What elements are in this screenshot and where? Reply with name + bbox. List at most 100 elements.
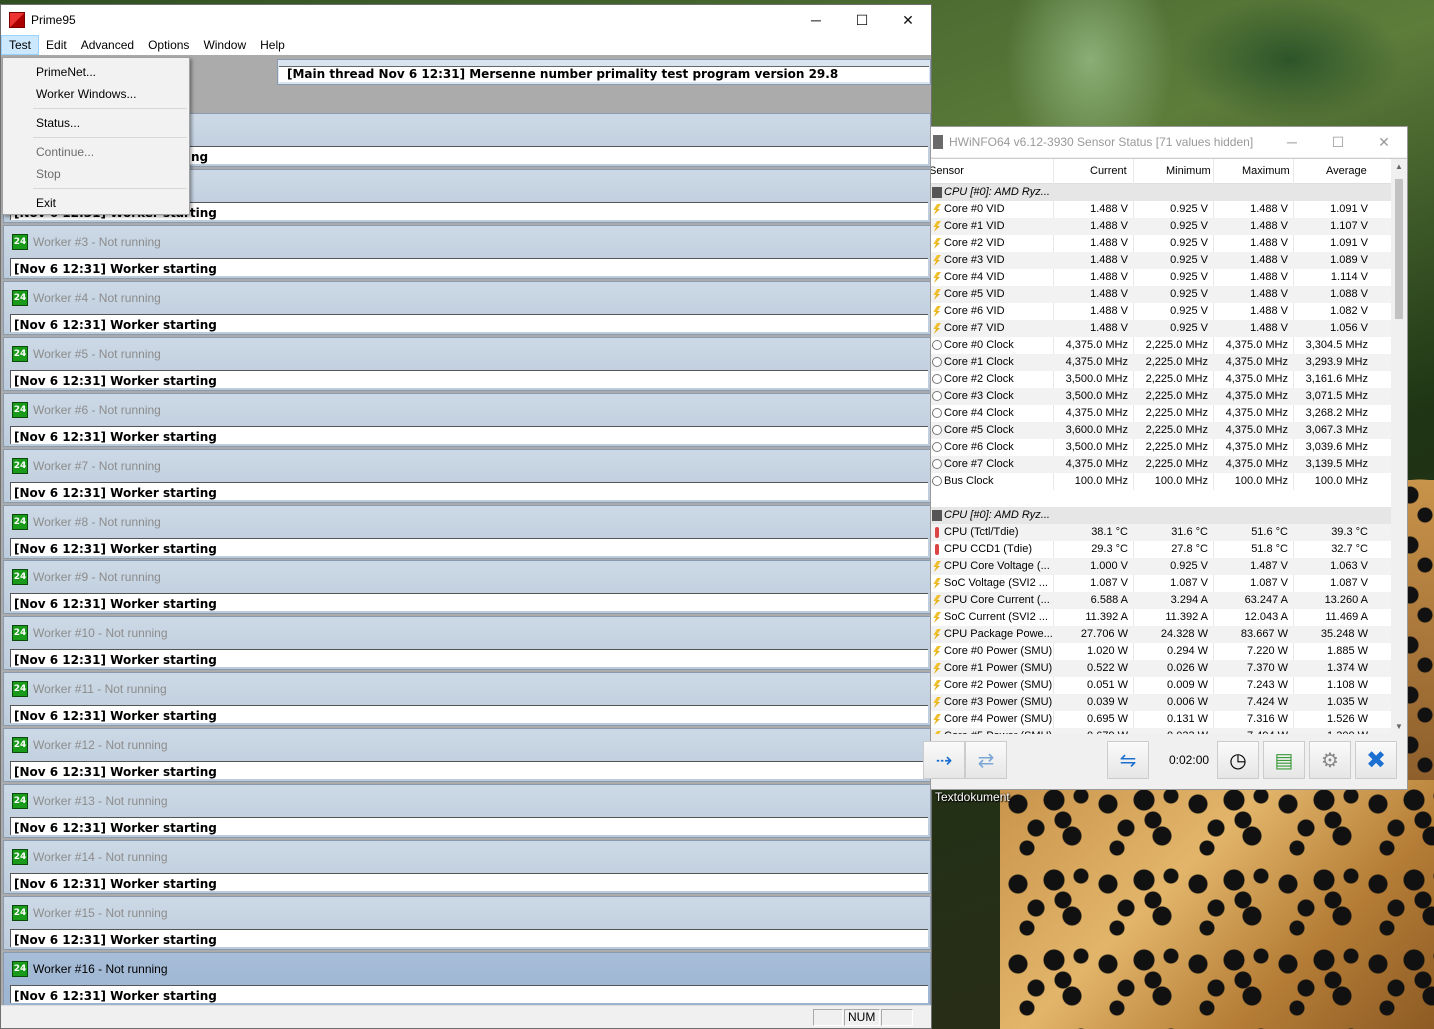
menu-help[interactable]: Help (253, 35, 292, 55)
sensor-maximum: 4,375.0 MHz (1225, 356, 1288, 368)
worker-window[interactable]: 24 Worker #16 - Not running [Nov 6 12:31] … (3, 951, 931, 1005)
worker-window[interactable]: 24 Worker #6 - Not running [Nov 6 12:31] W… (3, 392, 931, 447)
worker-window[interactable]: 24 Worker #13 - Not running [Nov 6 12:31] … (3, 784, 931, 838)
column-minimum[interactable]: Minimum (1166, 165, 1211, 177)
worker-window[interactable]: 24 Worker #14 - Not running [Nov 6 12:31] … (3, 839, 931, 894)
scroll-down-arrow-icon[interactable]: ▼ (1391, 719, 1407, 734)
column-average[interactable]: Average (1326, 165, 1367, 177)
worker-window[interactable]: 24 Worker #5 - Not running [Nov 6 12:31] W… (3, 336, 931, 391)
sensor-row[interactable]: Core #4 Clock 4,375.0 MHz 2,225.0 MHz 4,375… (931, 405, 1391, 422)
sensor-row[interactable]: Core #6 Clock 3,500.0 MHz 2,225.0 MHz 4,375… (931, 439, 1391, 456)
menu-item-continue[interactable]: Continue... (36, 145, 94, 159)
sensor-row[interactable]: SoC Current (SVI2 ... 11.392 A 11.392 A 12.… (931, 609, 1391, 626)
sensor-row[interactable]: Core #0 Power (SMU) 1.020 W 0.294 W 7.220 W… (931, 643, 1391, 660)
sensor-rows: CPU [#0]: AMD Ryz... Core #0 VID 1.488 V 0.… (931, 184, 1391, 734)
worker-window[interactable]: 24 Worker #10 - Not running [Nov 6 12:31] … (3, 616, 931, 671)
sensor-row[interactable]: Core #2 Power (SMU) 0.051 W 0.009 W 7.243 W… (931, 677, 1391, 694)
sensor-row[interactable]: Core #2 Clock 3,500.0 MHz 2,225.0 MHz 4,375… (931, 371, 1391, 388)
worker-window[interactable]: 24 Worker #9 - Not running [Nov 6 12:31] W… (3, 560, 931, 615)
sensor-current: 4,375.0 MHz (1065, 339, 1128, 351)
worker-window[interactable]: 24 Worker #11 - Not running [Nov 6 12:31] … (3, 672, 931, 727)
hwinfo-titlebar[interactable]: HWiNFO64 v6.12-3930 Sensor Status [71 va… (931, 127, 1407, 157)
menu-item-exit[interactable]: Exit (36, 196, 56, 210)
sensor-row[interactable]: SoC Voltage (SVI2 ... 1.087 V 1.087 V 1.087… (931, 575, 1391, 592)
sensor-row[interactable]: Core #0 VID 1.488 V 0.925 V 1.488 V 1.091 V (931, 201, 1391, 218)
sensor-minimum: 0.925 V (1170, 271, 1208, 283)
log-file-button[interactable]: ▤ (1263, 741, 1305, 779)
sensor-row[interactable]: Core #7 Clock 4,375.0 MHz 2,225.0 MHz 4,375… (931, 456, 1391, 473)
scroll-thumb[interactable] (1395, 179, 1403, 319)
sensor-row[interactable]: Core #5 Power (SMU)0.679 W 0.033 W 7.494 W… (931, 728, 1391, 734)
sensor-row[interactable]: Core #3 Power (SMU) 0.039 W 0.006 W 7.424 W… (931, 694, 1391, 711)
sensor-row[interactable]: Core #3 Clock 3,500.0 MHz 2,225.0 MHz 4,375… (931, 388, 1391, 405)
clock-reset-button[interactable]: ◷ (1217, 741, 1259, 779)
sensor-row[interactable]: Core #7 VID 1.488 V 0.925 V 1.488 V 1.056 V (931, 320, 1391, 337)
close-sensors-button[interactable]: ✖ (1355, 741, 1397, 779)
sensor-row[interactable]: CPU CCD1 (Tdie) 29.3 °C 27.8 °C 51.8 °C 32.7… (931, 541, 1391, 558)
worker-title: Worker #3 - Not running (33, 235, 161, 249)
clock-icon (932, 476, 942, 486)
sensor-grid[interactable]: Sensor Current Minimum Maximum Average C… (931, 158, 1407, 734)
menu-item-stop[interactable]: Stop (36, 167, 61, 181)
sensor-row[interactable]: Core #1 Power (SMU) 0.522 W 0.026 W 7.370 W… (931, 660, 1391, 677)
sensor-row[interactable]: CPU Package Powe... 27.706 W 24.328 W 83.66… (931, 626, 1391, 643)
sensor-row[interactable] (931, 490, 1391, 507)
sensor-average: 3,139.5 MHz (1305, 458, 1368, 470)
sensor-minimum: 2,225.0 MHz (1145, 424, 1208, 436)
sensor-row[interactable]: Core #6 VID 1.488 V 0.925 V 1.488 V 1.082 V (931, 303, 1391, 320)
navigate-left-button[interactable]: ⇄ (965, 741, 1007, 779)
column-current[interactable]: Current (1090, 165, 1127, 177)
menu-advanced[interactable]: Advanced (74, 35, 141, 55)
elapsed-timer: 0:02:00 (1169, 753, 1210, 767)
power-icon (933, 663, 941, 674)
sensor-row[interactable]: Bus Clock 100.0 MHz 100.0 MHz 100.0 MHz 100.… (931, 473, 1391, 490)
voltage-icon (933, 306, 941, 317)
desktop-icon-label[interactable]: Textdokument (935, 790, 1010, 804)
hwinfo-maximize-button[interactable]: ☐ (1315, 127, 1361, 157)
vertical-scrollbar[interactable]: ▲ ▼ (1391, 159, 1407, 734)
column-sensor[interactable]: Sensor (931, 165, 964, 177)
sensor-row[interactable]: CPU Core Voltage (... 1.000 V 0.925 V 1.487… (931, 558, 1391, 575)
settings-button[interactable]: ⚙ (1309, 741, 1351, 779)
worker-window[interactable]: 24 Worker #12 - Not running [Nov 6 12:31] … (3, 728, 931, 783)
menu-options[interactable]: Options (141, 35, 196, 55)
scroll-up-arrow-icon[interactable]: ▲ (1391, 159, 1407, 175)
sensor-row[interactable]: CPU Core Current (... 6.588 A 3.294 A 63.24… (931, 592, 1391, 609)
hwinfo-minimize-button[interactable]: ─ (1269, 127, 1315, 157)
menu-window[interactable]: Window (196, 35, 253, 55)
worker-window[interactable]: 24 Worker #8 - Not running [Nov 6 12:31] W… (3, 504, 931, 559)
sensor-row[interactable]: Core #3 VID 1.488 V 0.925 V 1.488 V 1.089 V (931, 252, 1391, 269)
sensor-minimum: 2,225.0 MHz (1145, 458, 1208, 470)
sensor-row[interactable]: CPU (Tctl/Tdie) 38.1 °C 31.6 °C 51.6 °C 39.3… (931, 524, 1391, 541)
navigate-right-button[interactable]: ⇢ (923, 741, 965, 779)
sensor-maximum: 4,375.0 MHz (1225, 390, 1288, 402)
column-maximum[interactable]: Maximum (1242, 165, 1290, 177)
minimize-button[interactable]: ─ (793, 5, 839, 35)
sensor-row[interactable]: Core #4 Power (SMU) 0.695 W 0.131 W 7.316 W… (931, 711, 1391, 728)
menu-test[interactable]: Test (1, 35, 40, 55)
hwinfo-close-button[interactable]: ✕ (1361, 127, 1407, 157)
worker-window[interactable]: 24 Worker #7 - Not running [Nov 6 12:31] W… (3, 448, 931, 503)
maximize-button[interactable]: ☐ (839, 5, 885, 35)
menu-edit[interactable]: Edit (39, 35, 74, 55)
main-thread-window[interactable]: [Main thread Nov 6 12:31] Mersenne numbe… (277, 59, 931, 85)
sensor-row[interactable]: Core #0 Clock 4,375.0 MHz 2,225.0 MHz 4,375… (931, 337, 1391, 354)
worker-window[interactable]: 24 Worker #3 - Not running [Nov 6 12:31] W… (3, 225, 931, 279)
sensor-row[interactable]: Core #1 VID 1.488 V 0.925 V 1.488 V 1.107 V (931, 218, 1391, 235)
sensor-row[interactable]: Core #5 Clock 3,600.0 MHz 2,225.0 MHz 4,375… (931, 422, 1391, 439)
sensor-row[interactable]: Core #4 VID 1.488 V 0.925 V 1.488 V 1.114 V (931, 269, 1391, 286)
sensor-group-header[interactable]: CPU [#0]: AMD Ryz... (931, 184, 1391, 201)
sensor-row[interactable]: Core #5 VID 1.488 V 0.925 V 1.488 V 1.088 V (931, 286, 1391, 303)
worker-window[interactable]: 24 Worker #4 - Not running [Nov 6 12:31] W… (3, 280, 931, 335)
menu-item-status[interactable]: Status... (36, 116, 80, 130)
menu-item-worker-windows[interactable]: Worker Windows... (36, 87, 136, 101)
sensor-group-header[interactable]: CPU [#0]: AMD Ryz... (931, 507, 1391, 524)
prime95-titlebar[interactable]: Prime95 ─ ☐ ✕ (1, 5, 931, 35)
worker-log: [Nov 6 12:31] Worker starting (10, 928, 928, 947)
close-button[interactable]: ✕ (885, 5, 931, 35)
menu-item-primenet[interactable]: PrimeNet... (36, 65, 96, 79)
sensor-row[interactable]: Core #1 Clock 4,375.0 MHz 2,225.0 MHz 4,375… (931, 354, 1391, 371)
sensor-row[interactable]: Core #2 VID 1.488 V 0.925 V 1.488 V 1.091 V (931, 235, 1391, 252)
network-button[interactable]: ⇋ (1107, 741, 1149, 779)
worker-window[interactable]: 24 Worker #15 - Not running [Nov 6 12:31] … (3, 895, 931, 950)
